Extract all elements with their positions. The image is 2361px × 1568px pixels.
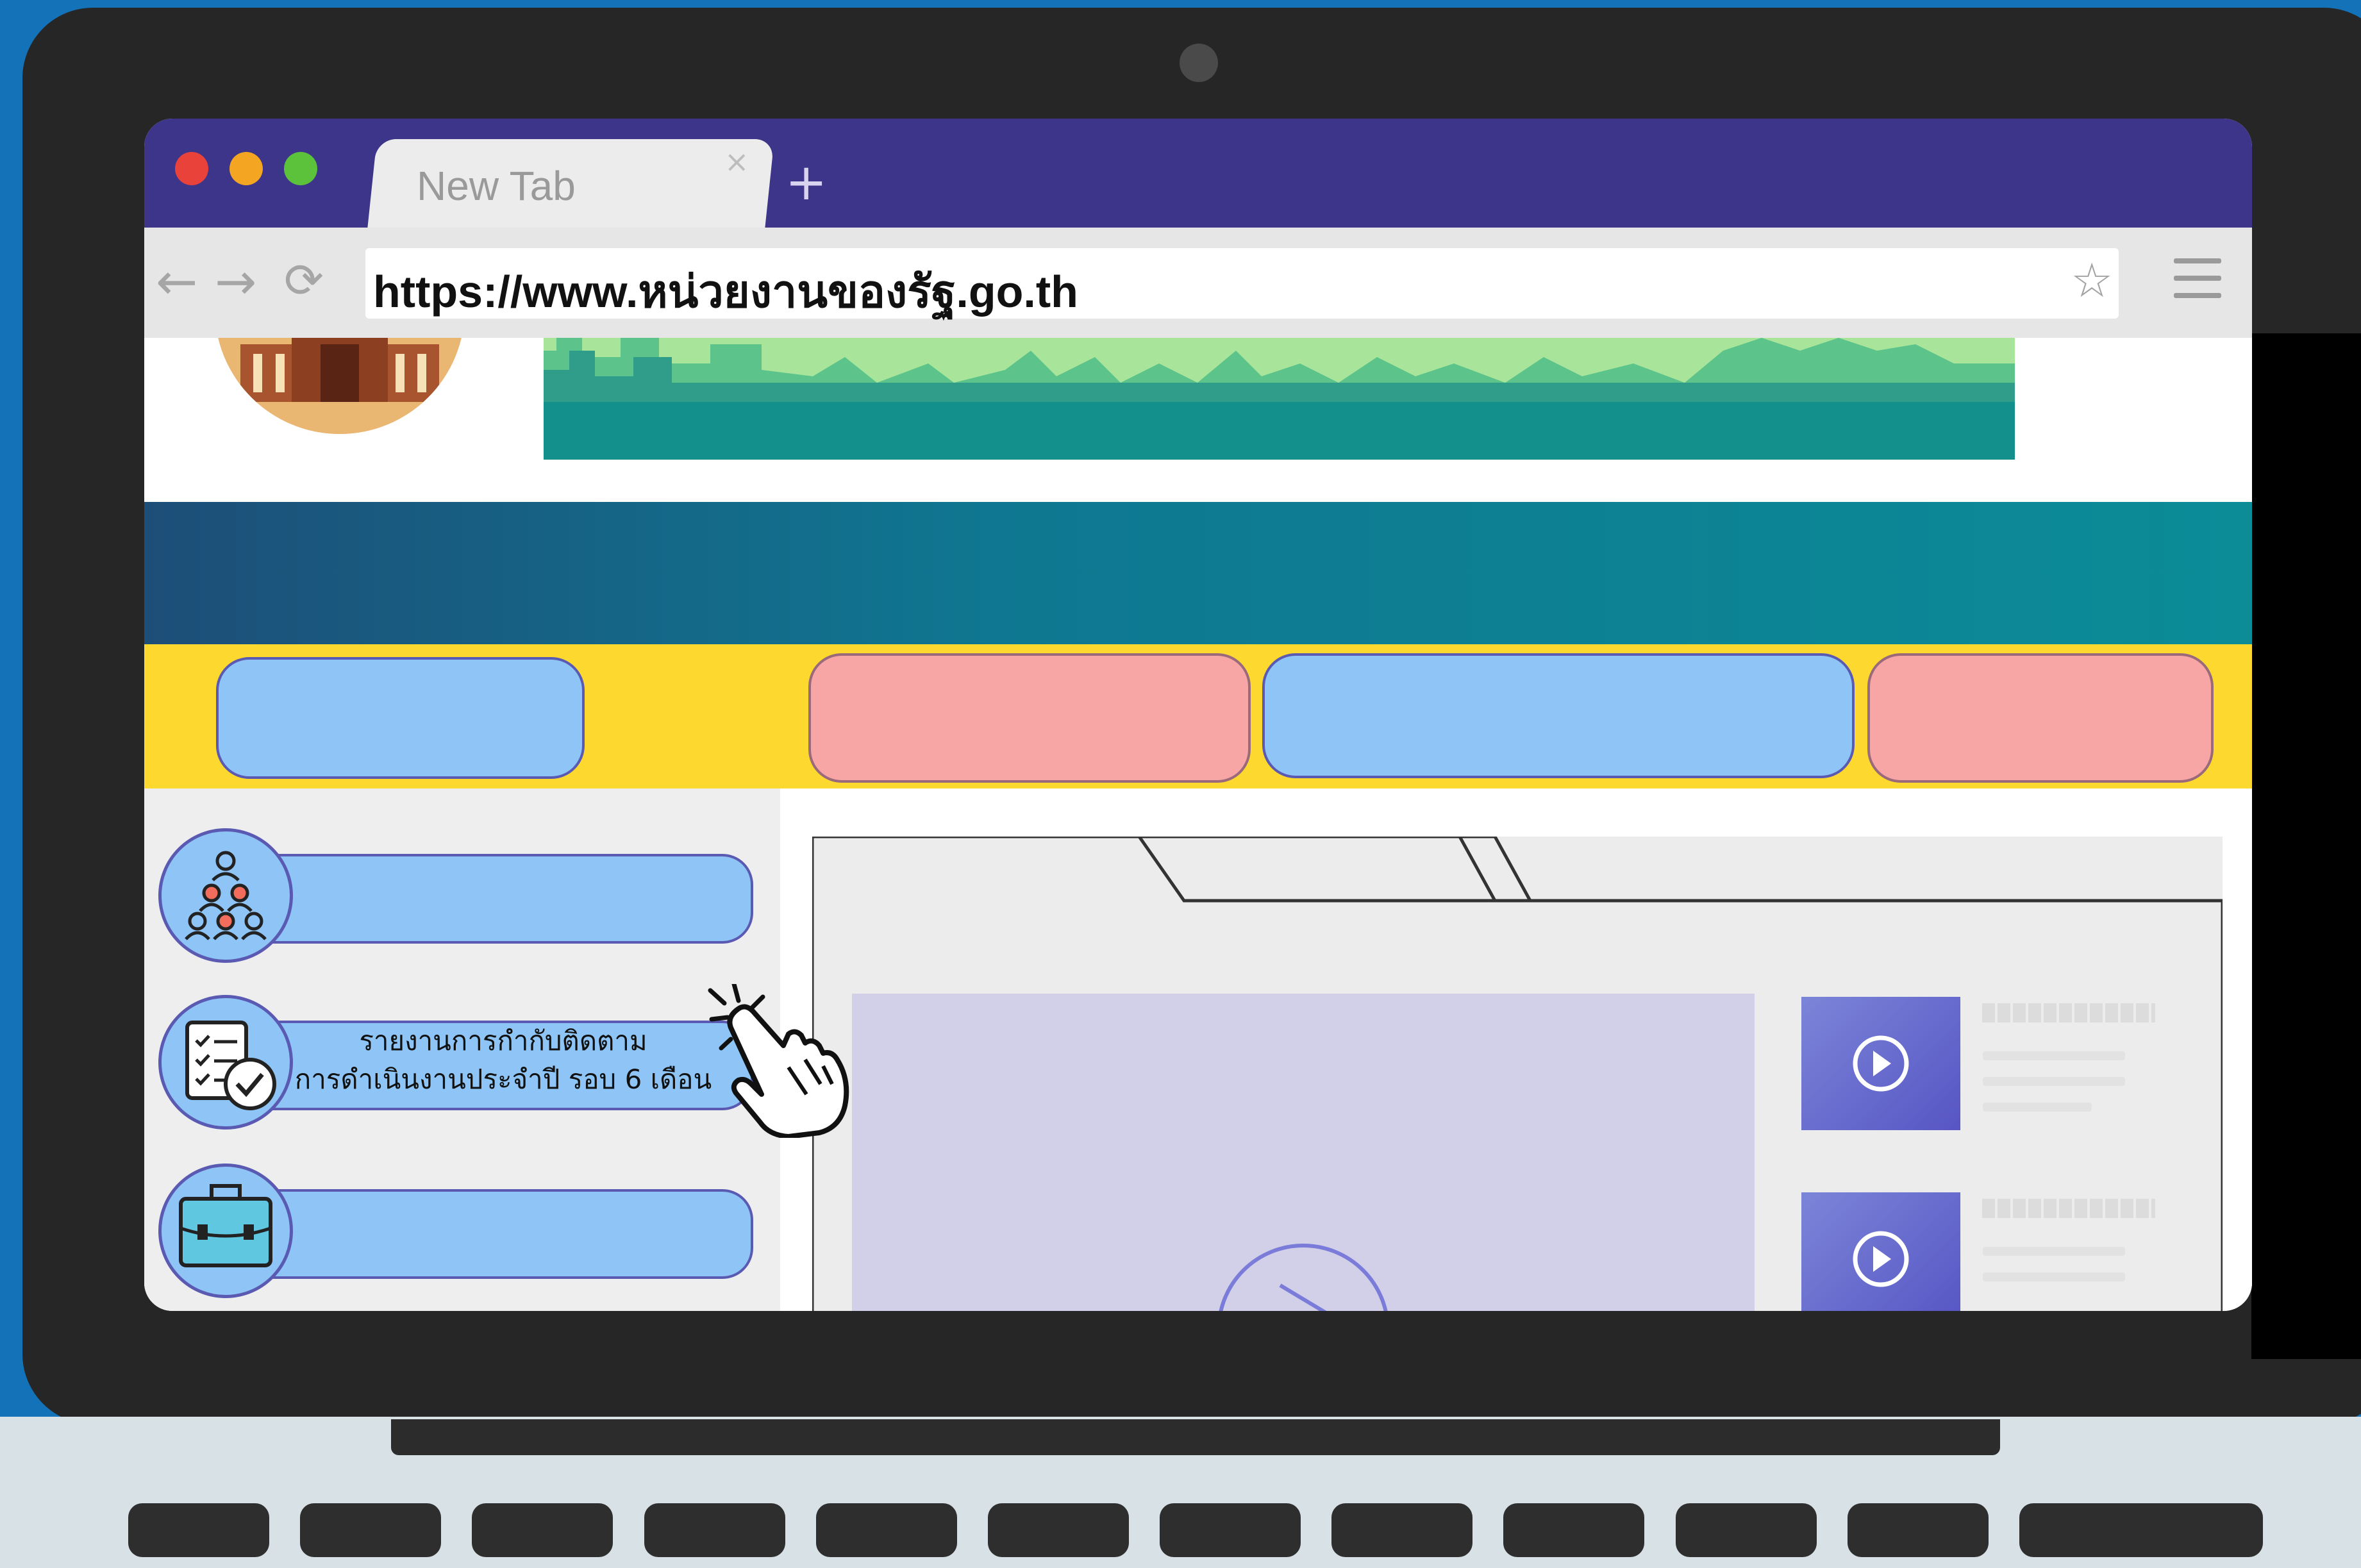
reload-icon[interactable]: ⟳: [284, 253, 324, 308]
back-arrow-icon[interactable]: ←: [156, 253, 197, 311]
minimize-window-button[interactable]: [229, 152, 263, 185]
url-text[interactable]: https://www.หน่วยงานของรัฐ.go.th: [373, 256, 1078, 327]
forward-arrow-icon[interactable]: →: [215, 253, 256, 311]
annual-report-line-2: การดำเนินงานประจำปี รอบ 6 เดือน: [294, 1063, 712, 1095]
browser-window: New Tab × + ← → ⟳ https://www.หน่วยงานขอ…: [144, 119, 2252, 1311]
sidebar-item-organization[interactable]: [144, 828, 772, 976]
annual-report-line-1: รายงานการกำกับติดตาม: [359, 1025, 647, 1056]
people-network-icon: [158, 828, 293, 963]
browser-toolbar: ← → ⟳ https://www.หน่วยงานของรัฐ.go.th ☆: [144, 228, 2252, 338]
hand-pointer-icon: [708, 984, 849, 1138]
video-title-2: [1982, 1199, 2155, 1218]
keyboard-key: [300, 1503, 442, 1557]
top-navigation: [144, 644, 2252, 788]
keyboard-row: [128, 1503, 2263, 1561]
maximize-window-button[interactable]: [284, 152, 317, 185]
tab-title: New Tab: [417, 163, 576, 209]
bookmark-star-icon[interactable]: ☆: [2071, 253, 2113, 308]
keyboard-key: [1160, 1503, 1301, 1557]
video-thumbnail-1[interactable]: [1801, 997, 1960, 1130]
new-tab-button[interactable]: +: [785, 154, 827, 212]
laptop-hinge: [391, 1419, 2000, 1455]
keyboard-key: [1331, 1503, 1473, 1557]
sidebar-item-jobs[interactable]: [144, 1163, 772, 1311]
keyboard-key: [472, 1503, 613, 1557]
keyboard-key: [1675, 1503, 1817, 1557]
web-page: รายงานการกำกับติดตาม การดำเนินงานประจำปี…: [144, 338, 2252, 1311]
keyboard-key: [2019, 1503, 2263, 1557]
video-meta-line: [1983, 1077, 2125, 1086]
menu-icon[interactable]: [2174, 258, 2221, 299]
video-meta-line: [1983, 1272, 2125, 1281]
keyboard-key: [128, 1503, 269, 1557]
keyboard-key: [644, 1503, 785, 1557]
video-meta-line: [1983, 1103, 2092, 1112]
briefcase-icon: [158, 1163, 293, 1298]
address-bar[interactable]: https://www.หน่วยงานของรัฐ.go.th ☆: [365, 248, 2119, 319]
webcam-icon: [1180, 44, 1218, 82]
video-folder-panel: [812, 837, 2223, 1311]
video-meta-line: [1983, 1051, 2125, 1060]
title-bar: New Tab × +: [144, 119, 2252, 235]
keyboard-key: [987, 1503, 1129, 1557]
keyboard-key: [1847, 1503, 1989, 1557]
side-shadow: [2251, 333, 2361, 1359]
sidebar-item-label: รายงานการกำกับติดตาม การดำเนินงานประจำปี…: [272, 1022, 734, 1099]
video-meta-line: [1983, 1247, 2125, 1256]
tab-close-icon[interactable]: ×: [724, 144, 749, 179]
agency-logo: [215, 338, 465, 434]
sidebar-item-pill[interactable]: [234, 854, 753, 944]
main-content: [780, 788, 2252, 1311]
nav-pill-3[interactable]: [1262, 653, 1855, 778]
sidebar-item-annual-report[interactable]: รายงานการกำกับติดตาม การดำเนินงานประจำปี…: [144, 995, 772, 1142]
sidebar-item-pill[interactable]: [234, 1189, 753, 1279]
video-thumbnail-2[interactable]: [1801, 1192, 1960, 1311]
nav-pill-1[interactable]: [216, 657, 585, 779]
nav-pill-4[interactable]: [1867, 653, 2214, 783]
keyboard-key: [815, 1503, 957, 1557]
keyboard-key: [1503, 1503, 1645, 1557]
close-window-button[interactable]: [175, 152, 208, 185]
temple-skyline-banner: [544, 338, 2015, 460]
sidebar-menu: รายงานการกำกับติดตาม การดำเนินงานประจำปี…: [144, 788, 780, 1311]
site-banner-band: [144, 502, 2252, 644]
site-header: [144, 338, 2252, 502]
nav-pill-2[interactable]: [808, 653, 1251, 783]
video-title-1: [1982, 1003, 2155, 1022]
